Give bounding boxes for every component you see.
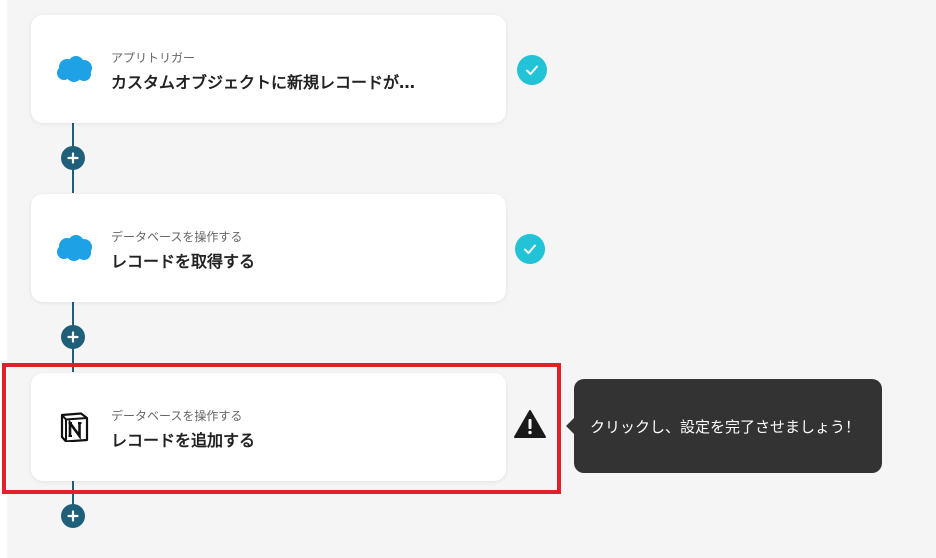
add-step-button[interactable] [61, 325, 85, 349]
flow-step-card[interactable]: データベースを操作する レコードを取得する [31, 194, 506, 302]
tooltip-text: クリックし、設定を完了させましょう！ [590, 417, 861, 436]
setup-hint-tooltip: クリックし、設定を完了させましょう！ [566, 379, 882, 473]
add-step-button[interactable] [61, 146, 85, 170]
plus-icon [67, 510, 79, 522]
plus-icon [67, 331, 79, 343]
step-type-label: データベースを操作する [111, 230, 243, 244]
flow-step-card[interactable]: アプリトリガー カスタムオブジェクトに新規レコードが… [31, 15, 506, 123]
step-type-label: アプリトリガー [111, 51, 196, 65]
step-title: カスタムオブジェクトに新規レコードが… [111, 73, 416, 92]
completed-check-icon [515, 234, 545, 264]
salesforce-cloud-icon [57, 235, 92, 261]
highlight-box [2, 363, 561, 494]
plus-icon [67, 152, 79, 164]
step-title: レコードを取得する [111, 252, 256, 271]
warning-icon [514, 410, 546, 438]
add-step-button[interactable] [61, 504, 85, 528]
completed-check-icon [517, 55, 547, 85]
salesforce-cloud-icon [57, 56, 92, 82]
